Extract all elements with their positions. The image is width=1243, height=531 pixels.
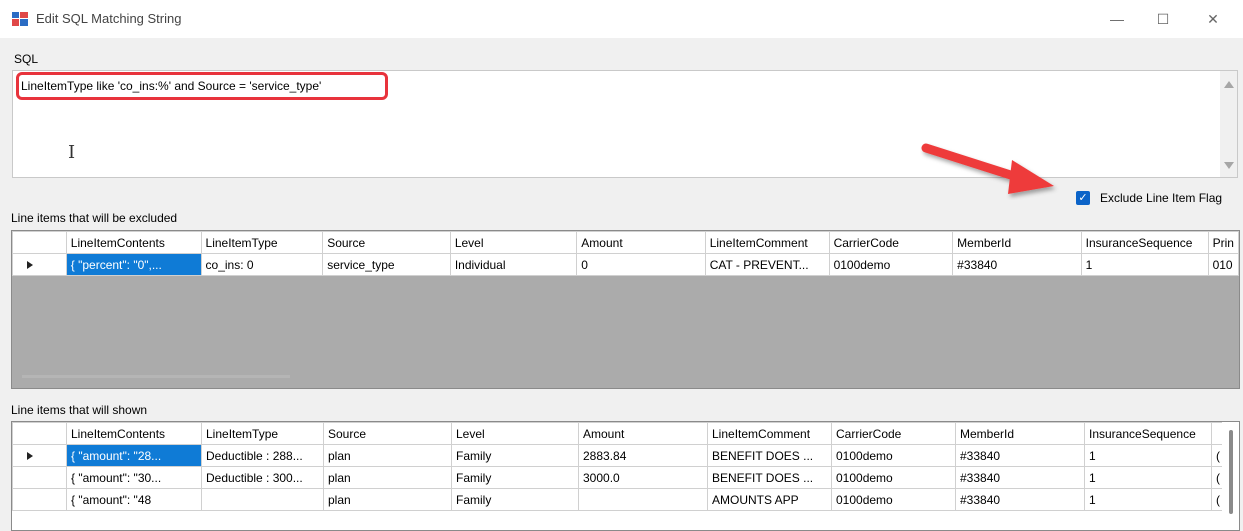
table-cell[interactable]: #33840 bbox=[955, 466, 1085, 489]
text-cursor-icon: I bbox=[68, 142, 76, 163]
table-cell[interactable]: Family bbox=[451, 444, 579, 467]
table-cell[interactable]: 1 bbox=[1084, 466, 1212, 489]
table-cell[interactable]: Family bbox=[451, 488, 579, 511]
table-cell[interactable]: plan bbox=[323, 488, 452, 511]
row-selector[interactable] bbox=[12, 253, 67, 276]
table-cell[interactable]: 0100demo bbox=[828, 253, 954, 276]
row-selector[interactable] bbox=[12, 466, 67, 489]
table-cell[interactable]: Deductible : 300... bbox=[201, 466, 324, 489]
table-cell[interactable]: 1 bbox=[1080, 253, 1209, 276]
table-cell[interactable] bbox=[201, 488, 324, 511]
table-cell[interactable]: 1 bbox=[1084, 444, 1212, 467]
excluded-header-row: LineItemContents LineItemType Source Lev… bbox=[12, 231, 1239, 254]
title-bar: Edit SQL Matching String — ☐ ✕ bbox=[0, 0, 1243, 38]
shown-grid[interactable]: LineItemContents LineItemType Source Lev… bbox=[11, 421, 1240, 531]
table-cell[interactable]: Family bbox=[451, 466, 579, 489]
sql-label: SQL bbox=[14, 52, 39, 66]
table-row[interactable]: { "amount": "30... Deductible : 300... p… bbox=[12, 466, 1225, 489]
table-cell[interactable]: 010 bbox=[1207, 253, 1239, 276]
excluded-table: LineItemContents LineItemType Source Lev… bbox=[12, 231, 1239, 276]
current-row-arrow-icon bbox=[27, 260, 33, 269]
shown-table: LineItemContents LineItemType Source Lev… bbox=[12, 422, 1225, 511]
column-header[interactable]: CarrierCode bbox=[828, 231, 954, 254]
column-header[interactable]: LineItemComment bbox=[707, 422, 832, 445]
annotation-arrow-icon bbox=[921, 143, 1054, 194]
table-cell[interactable]: 0100demo bbox=[831, 466, 956, 489]
table-cell[interactable]: #33840 bbox=[955, 444, 1085, 467]
table-cell[interactable]: { "percent": "0",... bbox=[65, 253, 202, 276]
scroll-down-icon[interactable] bbox=[1224, 162, 1234, 169]
current-row-arrow-icon bbox=[27, 451, 33, 460]
table-cell[interactable]: plan bbox=[323, 466, 452, 489]
column-header[interactable]: LineItemType bbox=[200, 231, 324, 254]
table-cell[interactable]: { "amount": "28... bbox=[66, 444, 202, 467]
column-header[interactable]: Prin bbox=[1207, 231, 1239, 254]
excluded-section-label: Line items that will be excluded bbox=[11, 211, 178, 225]
excluded-grid[interactable]: LineItemContents LineItemType Source Lev… bbox=[11, 230, 1240, 389]
column-header[interactable]: MemberId bbox=[952, 231, 1082, 254]
sql-scrollbar[interactable] bbox=[1220, 71, 1237, 177]
minimize-button[interactable]: — bbox=[1094, 0, 1140, 38]
exclude-line-item-checkbox[interactable]: ✓ Exclude Line Item Flag bbox=[1076, 191, 1222, 205]
row-selector[interactable] bbox=[12, 444, 67, 467]
table-cell[interactable]: { "amount": "30... bbox=[66, 466, 202, 489]
table-cell[interactable]: Deductible : 288... bbox=[201, 444, 324, 467]
column-header[interactable]: LineItemContents bbox=[66, 422, 202, 445]
shown-vertical-scrollbar[interactable] bbox=[1222, 422, 1239, 530]
column-header[interactable]: InsuranceSequence bbox=[1084, 422, 1212, 445]
table-cell[interactable]: BENEFIT DOES ... bbox=[707, 444, 832, 467]
table-cell[interactable]: plan bbox=[323, 444, 452, 467]
table-cell[interactable]: co_ins: 0 bbox=[200, 253, 324, 276]
table-cell[interactable]: AMOUNTS APP bbox=[707, 488, 832, 511]
window-title: Edit SQL Matching String bbox=[36, 11, 182, 26]
column-header[interactable]: Source bbox=[323, 422, 452, 445]
table-cell[interactable] bbox=[578, 488, 708, 511]
sql-text: LineItemType like 'co_ins:%' and Source … bbox=[21, 79, 322, 93]
app-grid-icon bbox=[12, 12, 28, 26]
shown-section-label: Line items that will shown bbox=[11, 403, 148, 417]
table-cell[interactable]: #33840 bbox=[952, 253, 1082, 276]
exclude-line-item-label: Exclude Line Item Flag bbox=[1100, 191, 1223, 205]
maximize-button[interactable]: ☐ bbox=[1140, 0, 1186, 38]
column-header[interactable]: LineItemType bbox=[201, 422, 324, 445]
column-header[interactable]: MemberId bbox=[955, 422, 1085, 445]
column-header[interactable]: CarrierCode bbox=[831, 422, 956, 445]
column-header[interactable]: Level bbox=[451, 422, 579, 445]
close-button[interactable]: ✕ bbox=[1190, 0, 1236, 38]
table-row[interactable]: { "amount": "48 plan Family AMOUNTS APP … bbox=[12, 488, 1225, 511]
column-header[interactable]: Source bbox=[322, 231, 451, 254]
table-row[interactable]: { "percent": "0",... co_ins: 0 service_t… bbox=[12, 253, 1239, 276]
table-cell[interactable]: Individual bbox=[449, 253, 578, 276]
scroll-up-icon[interactable] bbox=[1224, 81, 1234, 88]
column-header[interactable]: Amount bbox=[578, 422, 708, 445]
scrollbar-thumb[interactable] bbox=[1229, 430, 1233, 514]
column-header[interactable]: LineItemContents bbox=[65, 231, 202, 254]
row-header-corner bbox=[12, 231, 67, 254]
table-row[interactable]: { "amount": "28... Deductible : 288... p… bbox=[12, 444, 1225, 467]
column-header[interactable]: Amount bbox=[576, 231, 706, 254]
table-cell[interactable]: 0100demo bbox=[831, 444, 956, 467]
table-cell[interactable]: CAT - PREVENT... bbox=[704, 253, 830, 276]
column-header[interactable]: InsuranceSequence bbox=[1080, 231, 1209, 254]
table-cell[interactable]: BENEFIT DOES ... bbox=[707, 466, 832, 489]
table-cell[interactable]: { "amount": "48 bbox=[66, 488, 202, 511]
table-cell[interactable]: #33840 bbox=[955, 488, 1085, 511]
column-header[interactable]: LineItemComment bbox=[704, 231, 830, 254]
row-header-corner bbox=[12, 422, 67, 445]
table-cell[interactable]: 2883.84 bbox=[578, 444, 708, 467]
row-selector[interactable] bbox=[12, 488, 67, 511]
table-cell[interactable]: 0 bbox=[576, 253, 706, 276]
table-cell[interactable]: 0100demo bbox=[831, 488, 956, 511]
table-cell[interactable]: service_type bbox=[322, 253, 451, 276]
column-header[interactable]: Level bbox=[449, 231, 578, 254]
table-cell[interactable]: 1 bbox=[1084, 488, 1212, 511]
excluded-horizontal-scrollbar[interactable] bbox=[22, 375, 290, 378]
checkbox-check-icon[interactable]: ✓ bbox=[1076, 191, 1090, 205]
table-cell[interactable]: 3000.0 bbox=[578, 466, 708, 489]
shown-header-row: LineItemContents LineItemType Source Lev… bbox=[12, 422, 1225, 445]
